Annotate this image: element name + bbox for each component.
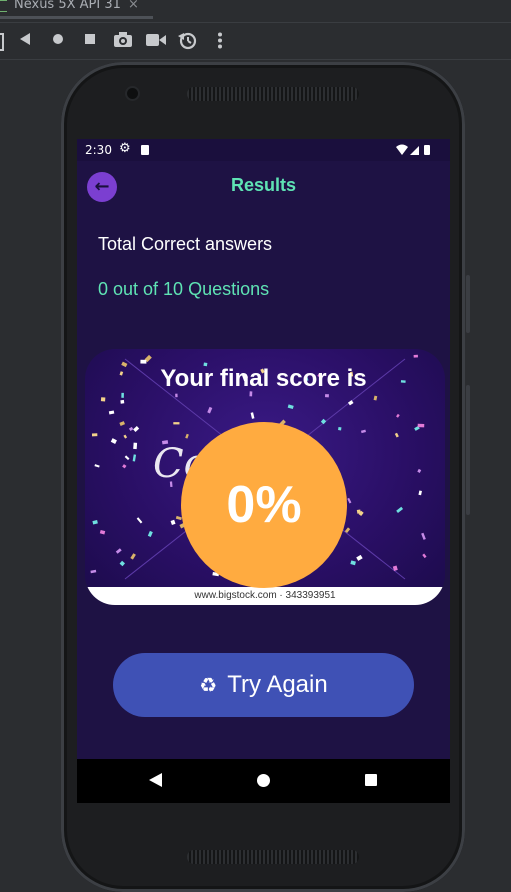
emulator-tab[interactable]: Nexus 5X API 31 × [0, 0, 160, 19]
snapshot-restore-icon[interactable] [178, 31, 197, 50]
emulator-tab-title: Nexus 5X API 31 [14, 0, 121, 12]
app-screen: 2:30 ⚙ ← Results Total Correct answers 0… [77, 139, 450, 803]
system-navigation-bar [77, 759, 450, 803]
cell-signal-icon [410, 146, 419, 155]
nav-back-icon[interactable] [149, 773, 162, 787]
app-bar: ← Results [77, 161, 450, 213]
settings-icon: ⚙ [119, 141, 131, 156]
page-title: Results [230, 175, 297, 195]
emulator-toolbar [0, 22, 511, 60]
try-again-label: Try Again [227, 671, 328, 698]
screenshot-camera-icon[interactable] [113, 31, 133, 48]
try-again-button[interactable]: ♻ Try Again [113, 653, 414, 717]
nav-recents-icon[interactable] [365, 774, 377, 786]
nav-home-icon[interactable] [257, 774, 270, 787]
correct-count-text: 0 out of 10 Questions [98, 279, 270, 299]
sd-card-icon [141, 145, 149, 155]
bottom-speaker [187, 850, 359, 864]
power-icon[interactable] [0, 33, 4, 51]
volume-button[interactable] [466, 275, 470, 333]
total-correct-label: Total Correct answers [98, 234, 273, 254]
power-side-button[interactable] [466, 385, 470, 515]
final-score-heading: Your final score is [160, 365, 367, 392]
overview-key-icon[interactable] [85, 34, 95, 44]
wifi-icon [396, 144, 408, 155]
back-key-icon[interactable] [20, 33, 30, 45]
top-speaker [187, 87, 359, 101]
screen-record-icon[interactable] [146, 33, 166, 47]
recycle-icon: ♻ [199, 674, 218, 697]
device-icon [0, 0, 7, 12]
tab-close-icon[interactable]: × [128, 0, 139, 12]
front-camera [127, 88, 138, 99]
status-bar: 2:30 ⚙ [77, 139, 450, 161]
score-percent-circle: 0% [181, 422, 347, 588]
home-key-icon[interactable] [53, 34, 63, 44]
more-options-icon[interactable] [217, 32, 223, 49]
battery-icon [424, 145, 430, 155]
stock-watermark: www.bigstock.com · 343393951 [85, 587, 445, 605]
signal-battery-icons [396, 144, 430, 155]
tab-underline [0, 16, 153, 19]
status-time: 2:30 [85, 143, 112, 157]
